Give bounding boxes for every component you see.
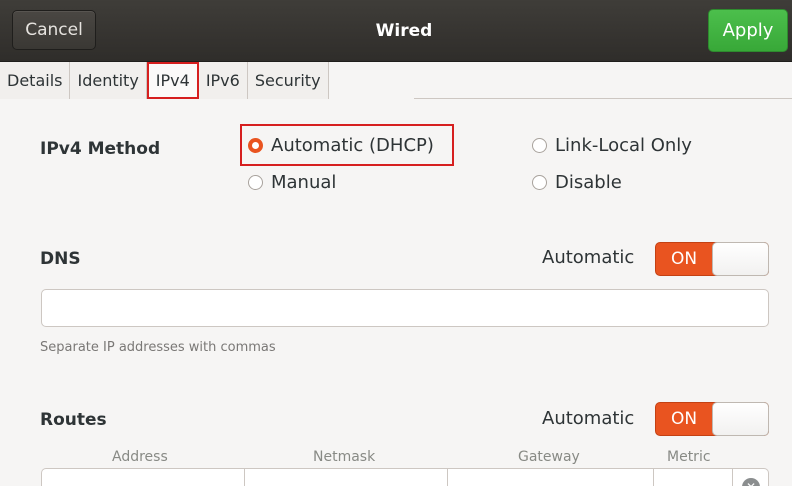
switch-knob bbox=[712, 242, 769, 276]
column-separator bbox=[653, 469, 654, 486]
tab-identity[interactable]: Identity bbox=[70, 62, 147, 99]
dns-hint: Separate IP addresses with commas bbox=[40, 340, 276, 355]
dns-automatic-switch[interactable]: ON bbox=[655, 242, 769, 276]
radio-automatic-label: Automatic (DHCP) bbox=[271, 135, 434, 156]
tab-ipv6[interactable]: IPv6 bbox=[198, 62, 248, 99]
switch-knob bbox=[712, 402, 769, 436]
radio-disable-label: Disable bbox=[555, 172, 622, 193]
dns-label: DNS bbox=[40, 249, 81, 269]
routes-label: Routes bbox=[40, 410, 107, 430]
column-separator bbox=[732, 469, 733, 486]
radio-unchecked-icon bbox=[532, 138, 547, 153]
tab-divider bbox=[414, 98, 792, 99]
switch-on-label: ON bbox=[670, 409, 698, 429]
switch-on-label: ON bbox=[670, 249, 698, 269]
radio-automatic-dhcp[interactable]: Automatic (DHCP) bbox=[248, 135, 434, 156]
radio-manual[interactable]: Manual bbox=[248, 172, 336, 193]
ipv4-method-label: IPv4 Method bbox=[40, 139, 161, 159]
column-header-gateway: Gateway bbox=[518, 449, 580, 465]
column-header-metric: Metric bbox=[667, 449, 711, 465]
tab-security[interactable]: Security bbox=[247, 62, 329, 99]
radio-manual-label: Manual bbox=[271, 172, 337, 193]
routes-automatic-label: Automatic bbox=[542, 408, 635, 429]
tab-ipv4[interactable]: IPv4 bbox=[146, 62, 199, 99]
cancel-button[interactable]: Cancel bbox=[12, 10, 96, 50]
column-header-address: Address bbox=[112, 449, 168, 465]
tab-row: Details Identity IPv4 IPv6 Security bbox=[0, 62, 329, 99]
column-header-netmask: Netmask bbox=[313, 449, 376, 465]
radio-disable[interactable]: Disable bbox=[532, 172, 622, 193]
column-separator bbox=[447, 469, 448, 486]
routes-table-row bbox=[41, 468, 769, 486]
apply-button[interactable]: Apply bbox=[708, 9, 788, 52]
header-bar: Cancel Wired Apply bbox=[0, 0, 792, 62]
dns-input[interactable] bbox=[41, 289, 769, 327]
radio-link-local-label: Link-Local Only bbox=[555, 135, 692, 156]
radio-unchecked-icon bbox=[248, 175, 263, 190]
ipv4-settings-panel: IPv4 Method Automatic (DHCP) Link-Local … bbox=[0, 100, 792, 486]
tab-bar: Details Identity IPv4 IPv6 Security bbox=[0, 62, 792, 100]
column-separator bbox=[244, 469, 245, 486]
dialog-title: Wired bbox=[375, 21, 433, 41]
tab-details[interactable]: Details bbox=[0, 62, 71, 99]
radio-checked-icon bbox=[248, 138, 263, 153]
dns-automatic-label: Automatic bbox=[542, 247, 635, 268]
routes-automatic-switch[interactable]: ON bbox=[655, 402, 769, 436]
radio-unchecked-icon bbox=[532, 175, 547, 190]
radio-link-local-only[interactable]: Link-Local Only bbox=[532, 135, 692, 156]
